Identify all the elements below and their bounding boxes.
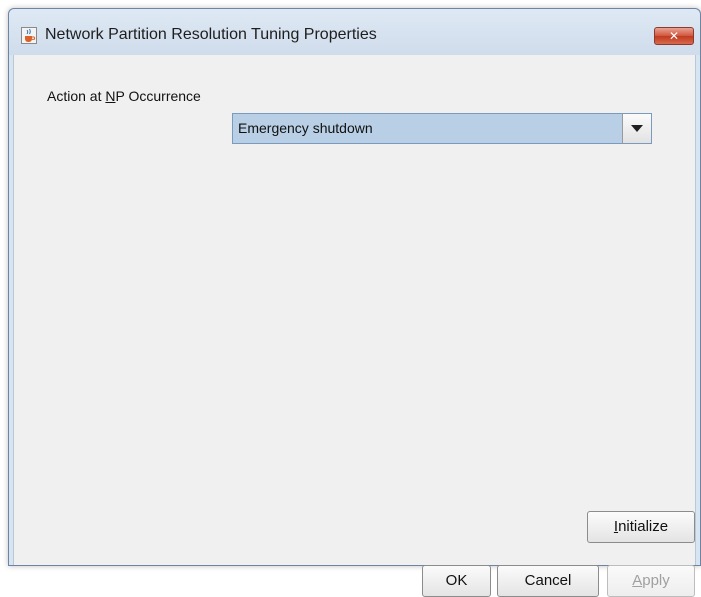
np-action-label: Action at NP Occurrence [47, 88, 201, 104]
chevron-down-icon [631, 125, 643, 132]
dropdown-arrow-button[interactable] [622, 114, 651, 143]
cancel-button[interactable]: Cancel [497, 565, 599, 597]
np-action-label-suffix: P Occurrence [115, 88, 201, 104]
close-button[interactable]: ✕ [654, 27, 694, 45]
dialog-content: Action at NP Occurrence Emergency shutdo… [13, 55, 696, 597]
initialize-label: nitialize [618, 518, 669, 535]
title-bar[interactable]: Network Partition Resolution Tuning Prop… [9, 9, 700, 55]
apply-label: pply [642, 572, 670, 589]
apply-mnemonic: A [632, 572, 643, 589]
ok-button[interactable]: OK [422, 565, 491, 597]
java-cup-icon [21, 27, 37, 44]
close-icon: ✕ [668, 29, 680, 43]
properties-dialog: Network Partition Resolution Tuning Prop… [8, 8, 701, 597]
np-action-label-mnemonic: N [105, 88, 116, 104]
initialize-button[interactable]: Initialize [587, 511, 695, 543]
window-title: Network Partition Resolution Tuning Prop… [45, 26, 377, 43]
np-action-selected-value: Emergency shutdown [238, 120, 373, 136]
np-action-label-prefix: Action at [47, 88, 106, 104]
np-action-dropdown[interactable]: Emergency shutdown [232, 113, 652, 144]
apply-button[interactable]: Apply [607, 565, 695, 597]
